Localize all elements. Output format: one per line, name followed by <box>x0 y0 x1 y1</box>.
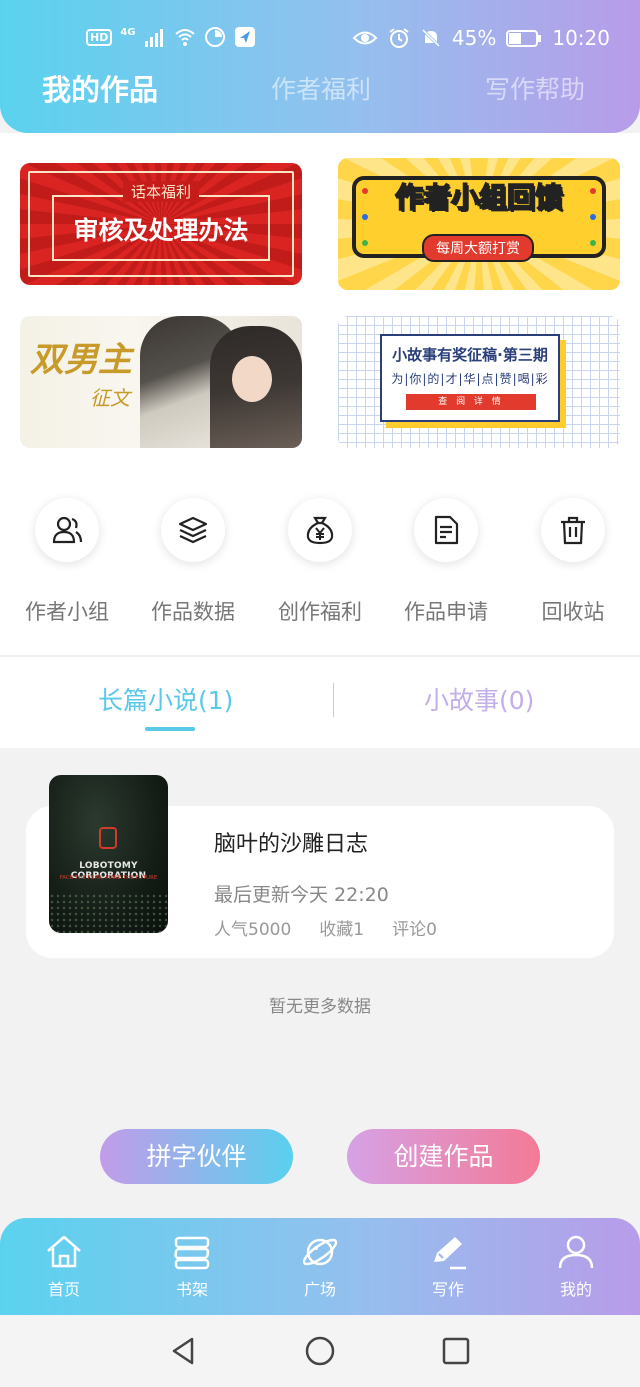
banner-tag: 话本福利 <box>122 181 200 202</box>
planet-icon <box>302 1238 338 1266</box>
header-tabs: 我的作品 作者福利 写作帮助 <box>0 70 640 114</box>
hd-badge: HD <box>86 28 113 46</box>
work-popularity: 人气5000 <box>214 920 292 940</box>
feature-label: 作品申请 <box>404 600 488 624</box>
feature-work-data[interactable]: 作品数据 <box>130 498 256 626</box>
feature-label: 创作福利 <box>278 600 362 624</box>
banner-subtitle: 为|你|的|才|华|点|赞|喝|彩 <box>391 372 549 386</box>
create-work-button[interactable]: 创建作品 <box>347 1129 540 1184</box>
nav-label: 首页 <box>47 1280 80 1299</box>
banner-subtitle: 每周大额打赏 <box>422 234 534 262</box>
nav-label: 写作 <box>431 1280 464 1299</box>
battery-icon <box>506 30 542 47</box>
empty-hint: 暂无更多数据 <box>269 997 371 1017</box>
banner-dot <box>590 240 596 246</box>
nav-label: 我的 <box>559 1280 592 1299</box>
banner-title: 小故事有奖征稿·第三期 <box>392 346 548 364</box>
active-tab-indicator <box>145 727 195 731</box>
feature-creation-benefit[interactable]: 创作福利 <box>257 498 383 626</box>
trash-icon <box>561 516 585 545</box>
feature-icon-circle <box>288 498 352 562</box>
banner-review-rules[interactable]: 话本福利 审核及处理办法 <box>20 163 302 285</box>
tab-writing-help[interactable]: 写作帮助 <box>485 70 585 106</box>
banner-title: 审核及处理办法 <box>73 216 249 245</box>
illustration-face <box>232 356 272 402</box>
network-label: 4G <box>120 26 136 38</box>
cover-subtitle: FACE THE FEAR, MAKE THE FUTURE <box>59 875 158 881</box>
alarm-icon <box>389 28 409 48</box>
banner-calligraphy: 双男主 <box>30 340 132 380</box>
nav-write[interactable]: 写作 <box>398 1232 498 1300</box>
feature-icon-circle <box>541 498 605 562</box>
tab-separator <box>333 683 334 717</box>
people-icon <box>52 516 83 544</box>
back-triangle-icon[interactable] <box>168 1335 200 1367</box>
banner-author-group-reward[interactable]: 作者小组回馈 每周大额打赏 <box>338 158 620 290</box>
mute-bell-icon <box>421 28 440 48</box>
feature-work-application[interactable]: 作品申请 <box>383 498 509 626</box>
feature-label: 作品数据 <box>151 600 235 624</box>
banner-paper: 小故事有奖征稿·第三期 为|你|的|才|华|点|赞|喝|彩 查 阅 详 情 <box>380 334 560 422</box>
app-header: HD 4G 45% 10:20 我的作品 作者福利 写作帮助 <box>0 0 640 133</box>
tab-my-works[interactable]: 我的作品 <box>42 67 158 109</box>
feature-icon-circle <box>161 498 225 562</box>
home-circle-icon[interactable] <box>304 1335 336 1367</box>
layers-icon <box>178 516 208 544</box>
work-cover[interactable]: LOBOTOMY CORPORATION FACE THE FEAR, MAKE… <box>49 775 168 933</box>
status-bar: HD 4G 45% 10:20 <box>0 22 640 58</box>
feature-author-group[interactable]: 作者小组 <box>4 498 130 626</box>
system-navigation-bar <box>0 1315 640 1387</box>
banner-calligraphy-sub: 征文 <box>90 386 130 410</box>
nav-profile[interactable]: 我的 <box>526 1232 626 1300</box>
feature-recycle-bin[interactable]: 回收站 <box>510 498 636 626</box>
banner-dot <box>362 240 368 246</box>
tab-author-benefits[interactable]: 作者福利 <box>271 70 371 106</box>
banner-title: 作者小组回馈 <box>394 180 564 215</box>
recents-square-icon[interactable] <box>440 1335 472 1367</box>
bookshelf-icon <box>174 1236 210 1270</box>
eye-icon <box>352 31 378 45</box>
user-icon <box>558 1235 594 1269</box>
banner-detail-button: 查 阅 详 情 <box>406 394 536 410</box>
tab-long-novel[interactable]: 长篇小说(1) <box>98 681 233 717</box>
work-favorites: 收藏1 <box>319 920 365 940</box>
bottom-navigation: 首页 书架 广场 写作 我的 <box>0 1218 640 1315</box>
feature-icon-circle <box>35 498 99 562</box>
feature-label: 回收站 <box>541 600 605 624</box>
feature-grid: 作者小组 作品数据 创作福利 作品申请 回收站 <box>0 498 640 638</box>
wifi-icon <box>174 29 195 46</box>
nav-plaza[interactable]: 广场 <box>270 1232 370 1300</box>
app-notification-icon <box>234 27 255 47</box>
money-bag-icon <box>306 516 334 545</box>
document-icon <box>434 515 459 545</box>
banner-short-story-contest[interactable]: 小故事有奖征稿·第三期 为|你|的|才|华|点|赞|喝|彩 查 阅 详 情 <box>338 316 620 448</box>
feature-icon-circle <box>414 498 478 562</box>
work-stats: 人气5000 收藏1 评论0 <box>214 915 437 940</box>
battery-percent: 45% <box>451 26 497 50</box>
nav-bookshelf[interactable]: 书架 <box>142 1232 242 1300</box>
writing-partner-button[interactable]: 拼字伙伴 <box>100 1129 293 1184</box>
signal-icon <box>144 29 163 47</box>
feature-label: 作者小组 <box>25 600 109 624</box>
main-panel: 话本福利 审核及处理办法 作者小组回馈 每周大额打赏 双男主 征文 小故事有奖征… <box>0 133 640 748</box>
work-title[interactable]: 脑叶的沙雕日志 <box>214 826 368 858</box>
banner-dual-male-contest[interactable]: 双男主 征文 <box>20 316 302 448</box>
data-saver-icon <box>204 27 225 47</box>
tab-short-story[interactable]: 小故事(0) <box>424 681 534 717</box>
pen-icon <box>434 1237 466 1270</box>
home-icon <box>47 1235 81 1268</box>
cover-logo-icon <box>99 827 117 849</box>
nav-home[interactable]: 首页 <box>14 1232 114 1300</box>
clock: 10:20 <box>552 26 610 50</box>
nav-label: 广场 <box>303 1280 336 1299</box>
work-comments: 评论0 <box>392 920 437 940</box>
work-last-updated: 最后更新今天 22:20 <box>214 884 389 906</box>
cover-city-lights <box>49 893 168 933</box>
work-type-tabs: 长篇小说(1) 小故事(0) <box>0 657 640 748</box>
nav-label: 书架 <box>175 1280 208 1299</box>
